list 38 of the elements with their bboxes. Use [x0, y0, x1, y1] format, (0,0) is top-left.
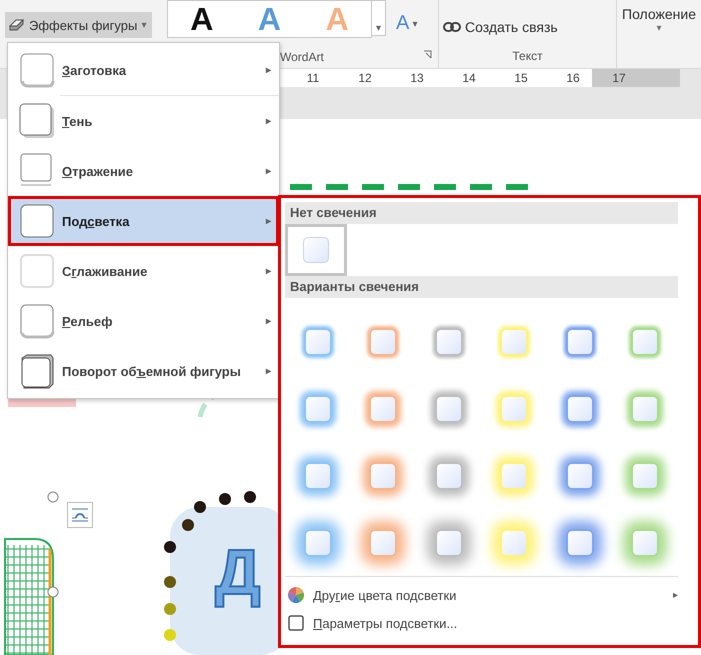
no-glow-option[interactable]: [285, 224, 347, 276]
bevel-square-icon: [18, 51, 56, 89]
section-heading: Нет свечения: [285, 202, 678, 224]
create-link-button[interactable]: Создать связь: [443, 16, 616, 38]
ruler-number: 12: [357, 71, 373, 85]
layout-options-icon[interactable]: [67, 502, 93, 528]
more-glow-colors-item[interactable]: Другие цвета подсветки ▸: [285, 583, 678, 607]
glow-options-item[interactable]: Параметры подсветки...: [285, 611, 678, 635]
square-icon: [18, 202, 56, 240]
ruler-number: 16: [565, 71, 581, 85]
wordart-style[interactable]: A: [190, 2, 214, 36]
link-icon: [443, 22, 461, 32]
text-effects-button[interactable]: A▾: [396, 12, 418, 35]
menu-item[interactable]: Подсветка ▸: [8, 196, 279, 246]
shadow-square-icon: [18, 102, 56, 140]
eraser-shape-icon: [9, 18, 25, 32]
selection-handle[interactable]: [48, 492, 58, 502]
menu-item[interactable]: Отражение ▸: [8, 146, 279, 196]
section-heading: Варианты свечения: [285, 276, 678, 298]
group-label: Текст: [511, 49, 544, 63]
shape-effects-button[interactable]: Эффекты фигуры ▾: [5, 12, 152, 38]
menu-item[interactable]: Тень ▸: [8, 96, 279, 146]
soft-edge-square-icon: [18, 252, 56, 290]
menu-item[interactable]: Заготовка ▸: [8, 45, 279, 95]
color-wheel-icon: [287, 586, 305, 604]
ruler-number: 13: [409, 71, 425, 85]
gallery-more-button[interactable]: ▾: [372, 0, 386, 36]
ruler-number: 17: [611, 71, 627, 85]
position-button[interactable]: Положение ▾: [617, 0, 701, 50]
dialog-launcher-icon[interactable]: [423, 50, 432, 59]
shape-text: Д: [215, 537, 261, 607]
ruler-number: 11: [306, 71, 320, 85]
selection-handle[interactable]: [48, 586, 58, 598]
bevel-square-icon: [18, 302, 56, 340]
ruler-number: 14: [461, 71, 477, 85]
ruler-number: 15: [513, 71, 529, 85]
group-label: WordArt: [280, 50, 324, 64]
square-icon: [287, 614, 305, 632]
